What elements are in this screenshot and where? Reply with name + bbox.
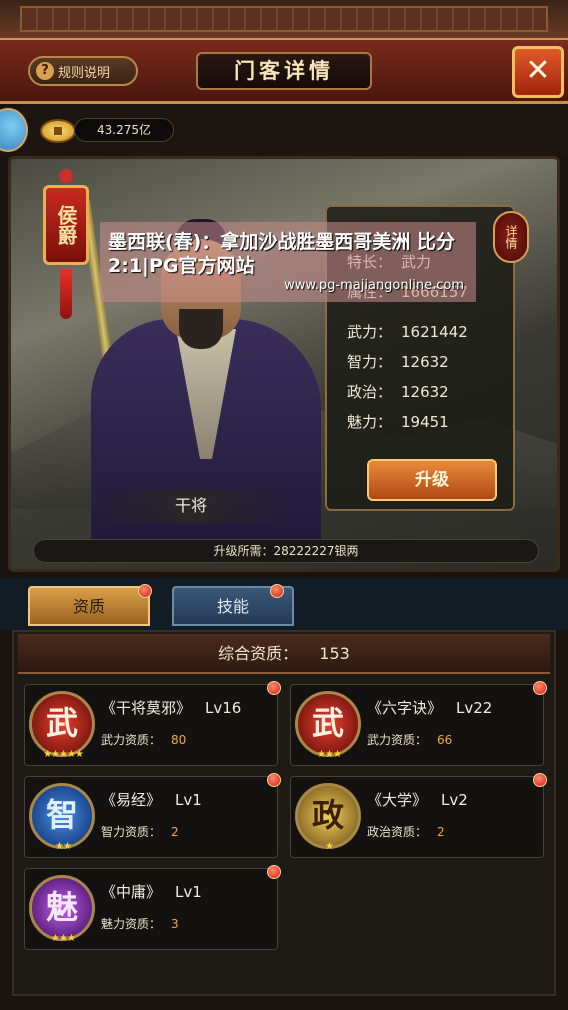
skill-attr-value: 2: [437, 825, 445, 839]
avatar[interactable]: [0, 108, 28, 152]
currency-amount: 43.275亿: [74, 118, 174, 142]
page-title: 门客详情: [196, 52, 372, 90]
zheng-skill-icon: 政: [295, 783, 361, 849]
summary-value: 153: [319, 644, 350, 663]
skill-card[interactable]: 智 ★★ 《易经》 Lv1 智力资质： 2: [24, 773, 281, 858]
wu-skill-icon: 武: [295, 691, 361, 757]
tab-bar: 资质 技能: [0, 578, 568, 630]
lattice-pattern: [20, 6, 548, 32]
skill-attr: 武力资质：: [101, 733, 162, 747]
stat-row: 魅力： 19451: [347, 413, 449, 431]
skill-attr: 武力资质：: [367, 733, 428, 747]
tab-aptitude[interactable]: 资质: [28, 586, 150, 626]
skill-level: Lv2: [441, 791, 468, 809]
stat-row: 武力： 1621442: [347, 323, 468, 341]
skill-level: Lv22: [456, 699, 493, 717]
coin-icon: [40, 119, 76, 143]
notification-dot: [267, 773, 281, 787]
skill-attr-value: 80: [171, 733, 187, 747]
upgrade-cost: 升级所需：28222227银两: [33, 539, 539, 563]
notification-dot: [267, 681, 281, 695]
skill-attr-value: 2: [171, 825, 179, 839]
summary-bar: 综合资质： 153: [18, 634, 550, 674]
skill-name: 《六字诀》: [367, 699, 443, 717]
skill-attr: 智力资质：: [101, 825, 162, 839]
rank-badge: 侯爵: [41, 169, 91, 319]
wu-skill-icon: 武: [29, 691, 95, 757]
skill-attr-value: 3: [171, 917, 179, 931]
star-rating: ★★★: [317, 749, 342, 760]
top-decoration: [0, 0, 568, 40]
skill-name: 《大学》: [367, 791, 428, 809]
question-icon: ?: [36, 62, 54, 80]
stat-row: 政治： 12632: [347, 383, 449, 401]
watermark-overlay: 墨西联(春)：拿加沙战胜墨西哥美洲 比分2:1|PG官方网站 www.pg-ma…: [100, 222, 476, 302]
skill-name: 《中庸》: [101, 883, 162, 901]
hero-panel: 侯爵 特长：武力 属性：1666157 武力：1621442 智力：12632 …: [8, 156, 560, 572]
star-rating: ★★★★★: [43, 749, 84, 760]
skill-card[interactable]: 武 ★★★★★ 《干将莫邪》 Lv16 武力资质： 80: [24, 681, 281, 766]
notification-dot: [533, 773, 547, 787]
star-rating: ★: [325, 841, 334, 852]
zhi-skill-icon: 智: [29, 783, 95, 849]
skills-panel: 综合资质： 153 武 ★★★★★ 《干将莫邪》 Lv16 武力资质： 80 武 ★…: [12, 630, 556, 996]
skill-level: Lv1: [175, 791, 202, 809]
notification-dot: [267, 865, 281, 879]
skill-attr: 政治资质：: [367, 825, 428, 839]
rank-label: 侯爵: [43, 185, 89, 265]
skill-attr: 魅力资质：: [101, 917, 162, 931]
skill-card[interactable]: 政 ★ 《大学》 Lv2 政治资质： 2: [290, 773, 547, 858]
rules-button[interactable]: ? 规则说明: [28, 56, 138, 86]
upgrade-button[interactable]: 升级: [367, 459, 497, 501]
header-bar: ? 规则说明 门客详情 ✕: [0, 40, 568, 104]
star-rating: ★★: [55, 841, 72, 852]
star-rating: ★★★: [51, 933, 76, 944]
notification-dot: [138, 584, 152, 598]
close-button[interactable]: ✕: [512, 46, 564, 98]
rules-label: 规则说明: [58, 65, 111, 81]
close-icon: ✕: [525, 53, 551, 88]
watermark-title: 墨西联(春)：拿加沙战胜墨西哥美洲 比分2:1|PG官方网站: [108, 231, 455, 277]
mei-skill-icon: 魅: [29, 875, 95, 941]
watermark-url: www.pg-majiangonline.com: [284, 278, 464, 293]
skill-name: 《易经》: [101, 791, 162, 809]
stat-row: 智力： 12632: [347, 353, 449, 371]
skill-level: Lv16: [205, 699, 242, 717]
notification-dot: [533, 681, 547, 695]
hero-name: 干将: [91, 489, 291, 523]
skill-name: 《干将莫邪》: [101, 699, 192, 717]
summary-label: 综合资质：: [218, 644, 299, 663]
skill-attr-value: 66: [437, 733, 453, 747]
skill-card[interactable]: 武 ★★★ 《六字诀》 Lv22 武力资质： 66: [290, 681, 547, 766]
skill-level: Lv1: [175, 883, 202, 901]
notification-dot: [270, 584, 284, 598]
skill-card[interactable]: 魅 ★★★ 《中庸》 Lv1 魅力资质： 3: [24, 865, 281, 950]
detail-button[interactable]: 详情: [493, 211, 529, 263]
